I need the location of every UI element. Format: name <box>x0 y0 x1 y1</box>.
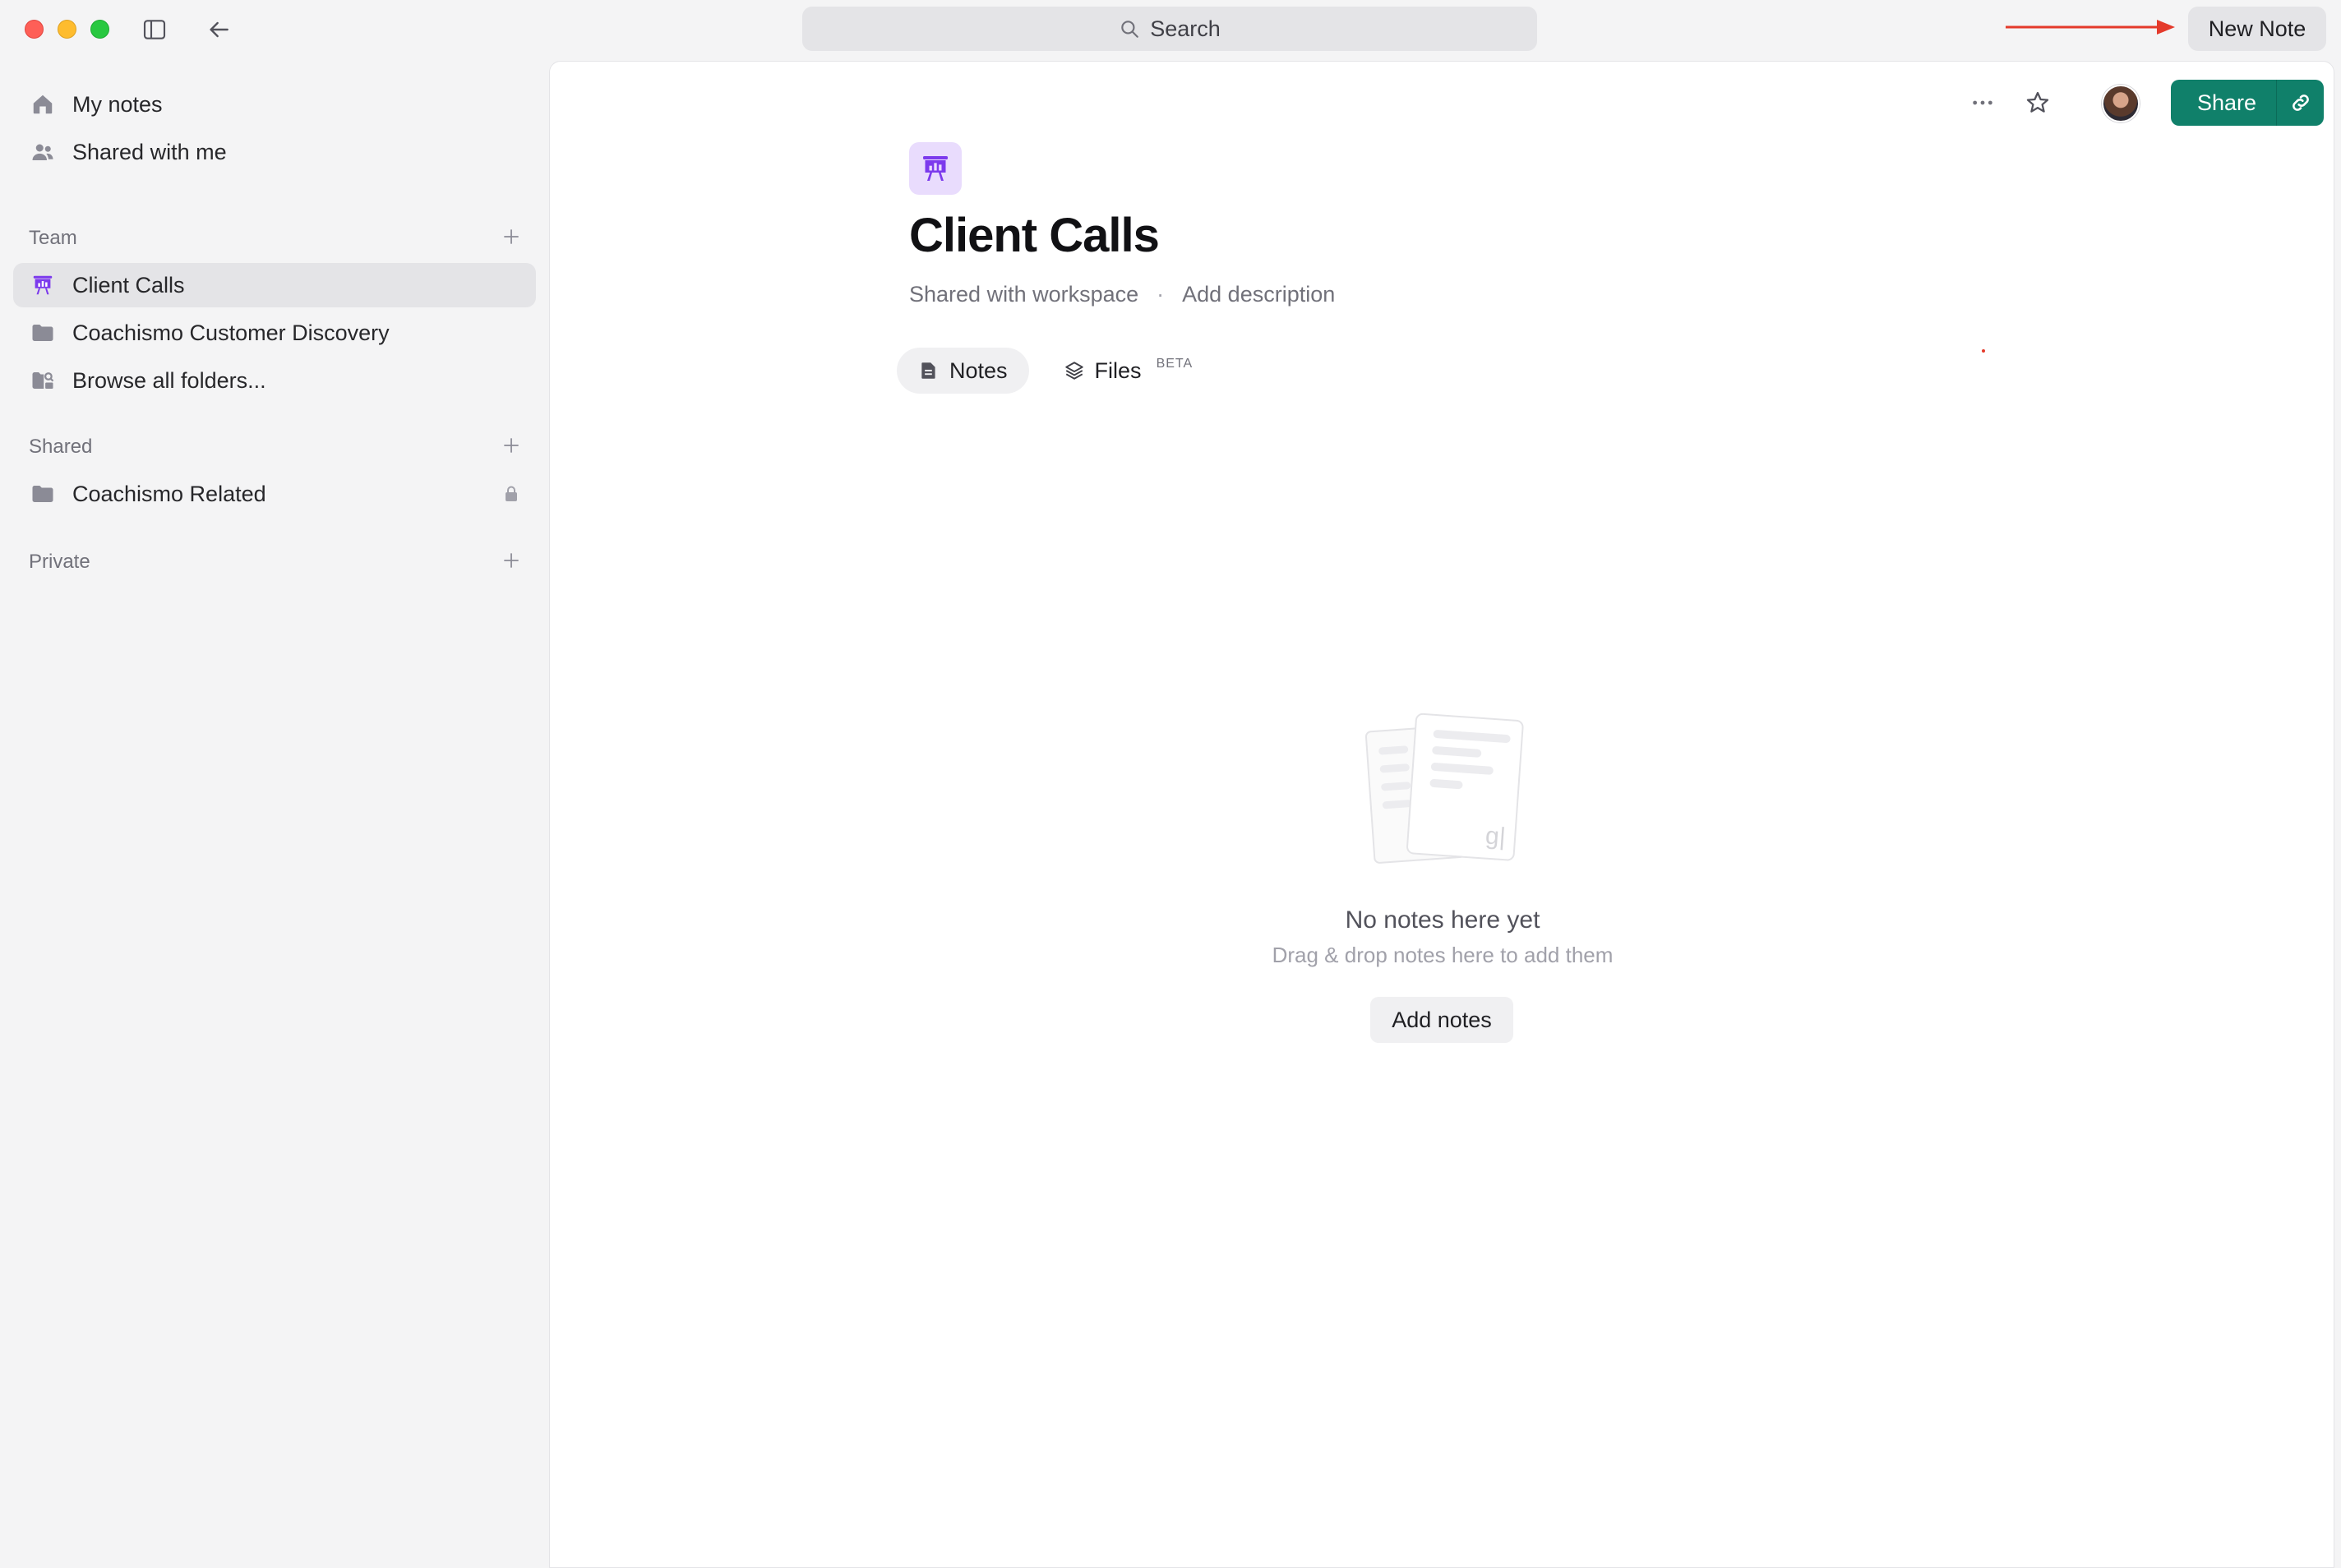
search-label: Search <box>1150 16 1221 41</box>
back-arrow-icon[interactable] <box>202 13 235 46</box>
tab-label: Notes <box>949 357 1008 383</box>
meta-separator: · <box>1157 282 1165 307</box>
sidebar-item-my-notes[interactable]: My notes <box>13 82 536 127</box>
home-icon <box>28 90 58 119</box>
people-icon <box>28 137 58 167</box>
sidebar-item-label: Shared with me <box>72 139 227 164</box>
plus-icon <box>504 553 519 568</box>
app-window: Search New Note My notes Shared with me <box>0 0 2341 1568</box>
folder-tabs: Notes Files BETA <box>897 348 1214 394</box>
lock-icon <box>506 486 517 501</box>
search-icon <box>1121 21 1139 38</box>
share-label: Share <box>2196 90 2257 115</box>
sidebar-item-client-calls[interactable]: Client Calls <box>13 263 536 307</box>
zoom-window-button[interactable] <box>90 20 109 39</box>
sidebar-item-browse-all-folders[interactable]: Browse all folders... <box>13 358 536 403</box>
folder-icon <box>28 318 58 348</box>
tab-notes[interactable]: Notes <box>897 348 1029 394</box>
presentation-icon <box>28 270 58 300</box>
svg-text:g|: g| <box>1484 823 1507 851</box>
add-team-folder-button[interactable] <box>500 225 523 248</box>
sidebar-item-coachismo-related[interactable]: Coachismo Related <box>13 472 536 516</box>
sidebar-item-label: Coachismo Customer Discovery <box>72 320 390 345</box>
page-title[interactable]: Client Calls <box>909 208 1160 263</box>
section-label-private: Private <box>29 551 90 573</box>
tab-files[interactable]: Files BETA <box>1042 348 1215 394</box>
note-icon <box>921 362 935 379</box>
title-bar: Search New Note <box>0 0 2341 61</box>
star-icon[interactable] <box>2020 85 2056 121</box>
sidebar-item-label: Browse all folders... <box>72 367 266 393</box>
sidebar: My notes Shared with me Team Client Call… <box>0 61 549 1568</box>
empty-state-title: No notes here yet <box>1345 906 1540 934</box>
beta-badge: BETA <box>1156 357 1194 371</box>
new-note-button[interactable]: New Note <box>2188 7 2326 51</box>
add-description-link[interactable]: Add description <box>1182 282 1335 307</box>
shared-status[interactable]: Shared with workspace <box>909 282 1138 307</box>
search-bar[interactable]: Search <box>802 7 1537 51</box>
copy-link-icon[interactable] <box>2276 80 2324 126</box>
sidebar-item-label: Coachismo Related <box>72 481 266 506</box>
empty-notes-illustration: g| <box>1364 713 1524 864</box>
section-label-team: Team <box>29 227 77 249</box>
avatar[interactable] <box>2102 85 2140 122</box>
folder-emoji-badge[interactable] <box>909 142 962 195</box>
layers-icon <box>1064 362 1083 380</box>
presentation-icon <box>923 156 948 181</box>
share-button[interactable]: Share <box>2171 80 2324 126</box>
sidebar-item-coachismo-customer-discovery[interactable]: Coachismo Customer Discovery <box>13 311 536 355</box>
more-options-icon[interactable] <box>1965 85 2001 121</box>
empty-state-subtitle: Drag & drop notes here to add them <box>1272 943 1614 967</box>
tab-label: Files <box>1094 357 1142 383</box>
browse-folders-icon <box>28 366 58 395</box>
folder-meta: Shared with workspace · Add description <box>909 282 1335 307</box>
close-window-button[interactable] <box>25 20 44 39</box>
plus-icon <box>504 438 519 453</box>
annotation-arrow-icon <box>2006 20 2175 35</box>
minimize-window-button[interactable] <box>58 20 76 39</box>
plus-icon <box>504 229 519 244</box>
add-notes-button[interactable]: Add notes <box>1370 997 1513 1043</box>
sidebar-item-shared-with-me[interactable]: Shared with me <box>13 130 536 174</box>
sidebar-item-label: Client Calls <box>72 272 185 297</box>
main-panel: Share Client Calls Shared with workspace <box>549 61 2334 1568</box>
add-shared-folder-button[interactable] <box>500 434 523 457</box>
section-label-shared: Shared <box>29 436 93 458</box>
sidebar-item-label: My notes <box>72 91 163 117</box>
add-private-folder-button[interactable] <box>500 549 523 572</box>
sidebar-toggle-icon[interactable] <box>138 13 171 46</box>
folder-icon <box>28 479 58 509</box>
cursor-dot <box>1982 349 1985 353</box>
